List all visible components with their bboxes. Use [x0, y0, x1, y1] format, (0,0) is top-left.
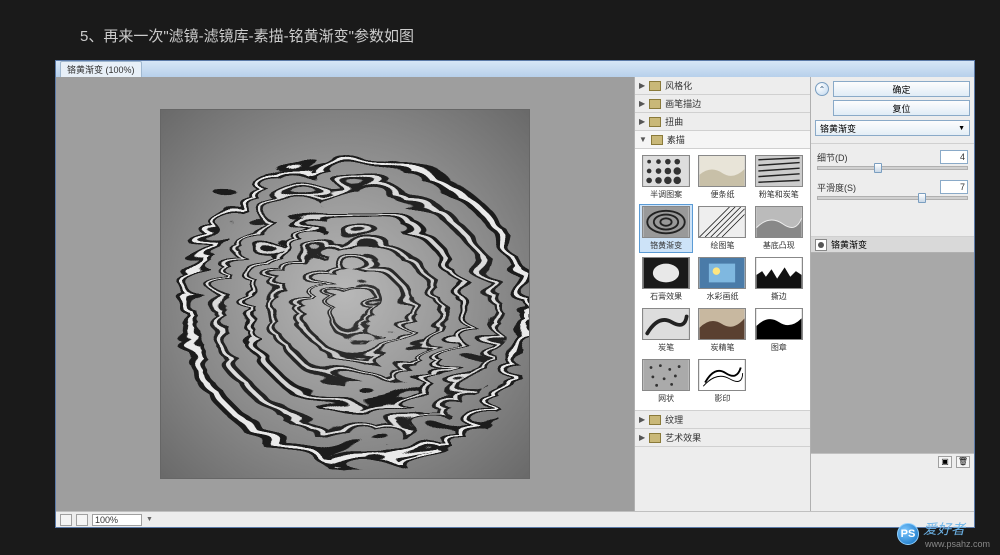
- watermark: PS 爱好者 www.psahz.com: [897, 519, 990, 549]
- folder-artistic[interactable]: ▶艺术效果: [635, 429, 810, 447]
- statusbar: 100% ▼: [56, 511, 974, 527]
- thumb-bas-relief[interactable]: 基底凸现: [752, 204, 806, 253]
- folder-icon: [649, 99, 661, 109]
- effect-layer-row[interactable]: 铬黄渐变: [811, 237, 974, 253]
- smoothness-slider[interactable]: [817, 196, 968, 200]
- cancel-button[interactable]: 复位: [833, 100, 970, 116]
- thumb-water-paper[interactable]: 水彩画纸: [695, 255, 749, 304]
- chevron-right-icon: ▶: [639, 415, 645, 424]
- watermark-url: www.psahz.com: [925, 539, 990, 549]
- folder-icon: [651, 135, 663, 145]
- delete-effect-button[interactable]: 🗑: [956, 456, 970, 468]
- folder-stylize[interactable]: ▶风格化: [635, 77, 810, 95]
- folder-texture[interactable]: ▶纹理: [635, 411, 810, 429]
- preview-image: [160, 109, 530, 479]
- watermark-text: 爱好者: [923, 519, 990, 539]
- chevron-right-icon: ▶: [639, 99, 645, 108]
- folder-brush-strokes[interactable]: ▶画笔描边: [635, 95, 810, 113]
- zoom-out-button[interactable]: [60, 514, 72, 526]
- document-tab[interactable]: 铬黄渐变 (100%): [60, 61, 142, 78]
- thumb-chalk-charcoal[interactable]: 粉笔和炭笔: [752, 153, 806, 202]
- thumb-graphic-pen[interactable]: 绘图笔: [695, 204, 749, 253]
- folder-icon: [649, 433, 661, 443]
- folder-icon: [649, 117, 661, 127]
- filter-gallery-window: 铬黄渐变 (100%): [55, 60, 975, 528]
- filter-category-panel: ▶风格化 ▶画笔描边 ▶扭曲 ▼素描 半调图案 便条纸 粉笔和炭笔 铬黄渐变 绘…: [634, 77, 811, 511]
- thumb-charcoal[interactable]: 炭笔: [639, 306, 693, 355]
- chevron-down-icon[interactable]: ▼: [146, 516, 153, 523]
- thumb-halftone[interactable]: 半调图案: [639, 153, 693, 202]
- detail-value[interactable]: 4: [940, 150, 968, 164]
- thumb-plaster[interactable]: 石膏效果: [639, 255, 693, 304]
- chevron-right-icon: ▶: [639, 81, 645, 90]
- chevron-down-icon: ▼: [958, 125, 965, 132]
- new-effect-button[interactable]: ▣: [938, 456, 952, 468]
- visibility-icon[interactable]: [815, 239, 827, 251]
- chevron-right-icon: ▶: [639, 117, 645, 126]
- thumb-torn-edges[interactable]: 撕边: [752, 255, 806, 304]
- effect-select[interactable]: 铬黄渐变 ▼: [815, 120, 970, 136]
- detail-label: 细节(D): [817, 151, 848, 164]
- preview-canvas-area: [56, 77, 634, 511]
- folder-icon: [649, 81, 661, 91]
- thumb-photocopy[interactable]: 影印: [695, 357, 749, 406]
- zoom-level[interactable]: 100%: [92, 514, 142, 526]
- step-caption: 5、再来一次"滤镜-滤镜库-素描-铭黄渐变"参数如图: [80, 25, 414, 46]
- titlebar: 铬黄渐变 (100%): [56, 61, 974, 77]
- thumb-chrome[interactable]: 铬黄渐变: [639, 204, 693, 253]
- chevron-right-icon: ▶: [639, 433, 645, 442]
- detail-slider[interactable]: [817, 166, 968, 170]
- ps-logo-icon: PS: [897, 523, 919, 545]
- chevron-down-icon: ▼: [639, 135, 647, 144]
- filter-thumbnails: 半调图案 便条纸 粉笔和炭笔 铬黄渐变 绘图笔 基底凸现 石膏效果 水彩画纸 撕…: [635, 149, 810, 411]
- thumb-stamp[interactable]: 图章: [752, 306, 806, 355]
- zoom-in-button[interactable]: [76, 514, 88, 526]
- smoothness-value[interactable]: 7: [940, 180, 968, 194]
- folder-icon: [649, 415, 661, 425]
- thumb-notepaper[interactable]: 便条纸: [695, 153, 749, 202]
- effect-layers-panel: 铬黄渐变 ▣ 🗑: [811, 236, 974, 511]
- thumb-reticulation[interactable]: 网状: [639, 357, 693, 406]
- ok-button[interactable]: 确定: [833, 81, 970, 97]
- smoothness-label: 平滑度(S): [817, 181, 856, 194]
- expand-icon[interactable]: ⌃: [815, 82, 829, 96]
- thumb-conte-crayon[interactable]: 炭精笔: [695, 306, 749, 355]
- folder-distort[interactable]: ▶扭曲: [635, 113, 810, 131]
- settings-panel: ⌃ 确定 复位 铬黄渐变 ▼ 细节(D): [811, 77, 974, 511]
- folder-sketch[interactable]: ▼素描: [635, 131, 810, 149]
